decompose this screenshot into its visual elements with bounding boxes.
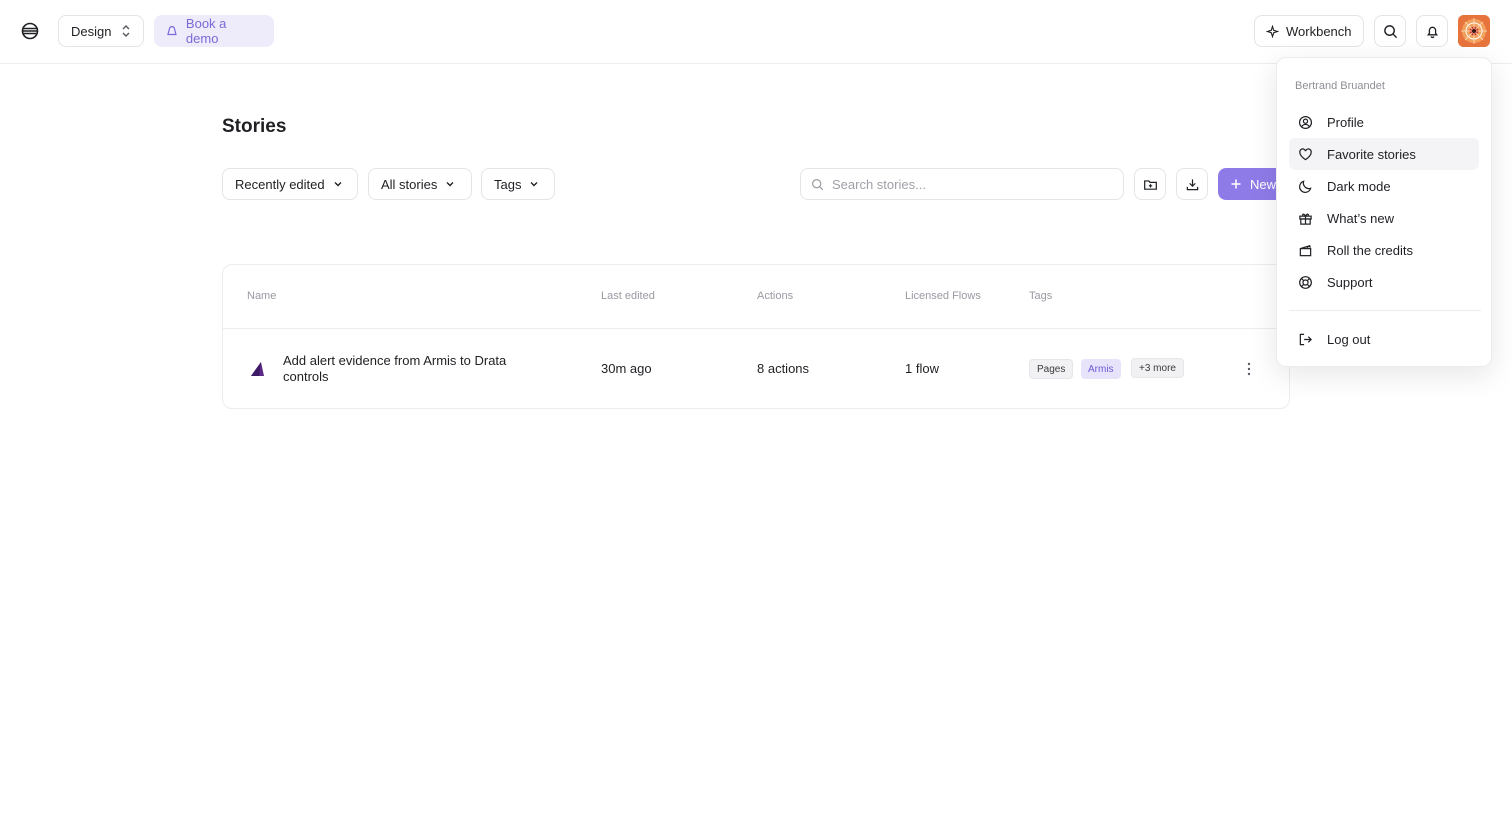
chevron-down-icon: [530, 182, 538, 187]
scope-filter-label: All stories: [381, 176, 438, 192]
import-button[interactable]: [1176, 168, 1208, 200]
user-menu: Bertrand Bruandet Profile Favorite stori…: [1276, 57, 1492, 367]
chevron-up-down-icon: [122, 25, 130, 37]
page-title: Stories: [222, 116, 287, 137]
menu-item-label: Support: [1327, 274, 1373, 290]
more-vertical-icon: [1247, 362, 1251, 376]
column-header-actions: Actions: [757, 290, 794, 302]
licensed-flows: 1 flow: [905, 361, 939, 376]
workbench-label: Workbench: [1286, 23, 1352, 39]
column-header-licensed-flows: Licensed Flows: [905, 290, 981, 302]
new-story-label: New: [1250, 176, 1277, 192]
bell-icon: [1426, 26, 1438, 38]
workbench-button[interactable]: Workbench: [1254, 15, 1364, 47]
menu-item-log-out[interactable]: Log out: [1289, 323, 1479, 355]
bell-outline-icon: [167, 26, 177, 36]
table-header: Name Last edited Actions Licensed Flows …: [223, 265, 1289, 329]
menu-item-label: Log out: [1327, 331, 1371, 347]
heart-icon: [1299, 147, 1312, 160]
lifebuoy-icon: [1299, 275, 1312, 289]
tags-filter[interactable]: Tags: [481, 168, 555, 200]
column-header-tags: Tags: [1029, 290, 1053, 302]
chevron-down-icon: [446, 182, 454, 187]
user-avatar[interactable]: [1458, 15, 1490, 47]
menu-divider: [1289, 310, 1481, 311]
column-header-last-edited: Last edited: [601, 290, 655, 302]
menu-item-dark-mode[interactable]: Dark mode: [1289, 170, 1479, 202]
row-menu-button[interactable]: [1239, 359, 1259, 379]
table-row[interactable]: Add alert evidence from Armis to Drata c…: [223, 329, 1289, 408]
top-bar: Design Book a demo Workbench: [0, 0, 1512, 64]
scope-filter[interactable]: All stories: [368, 168, 472, 200]
menu-item-roll-the-credits[interactable]: Roll the credits: [1289, 234, 1479, 266]
chevron-down-icon: [334, 182, 342, 187]
menu-item-label: Roll the credits: [1327, 242, 1413, 258]
sort-filter[interactable]: Recently edited: [222, 168, 358, 200]
menu-item-profile[interactable]: Profile: [1289, 106, 1479, 138]
menu-item-label: Dark mode: [1327, 178, 1391, 194]
tag-pages: Pages: [1029, 359, 1074, 379]
search-icon: [1383, 24, 1397, 38]
menu-item-whats-new[interactable]: What’s new: [1289, 202, 1479, 234]
story-name[interactable]: Add alert evidence from Armis to Drata c…: [283, 353, 513, 385]
tags-filter-label: Tags: [494, 176, 522, 192]
search-button[interactable]: [1374, 15, 1406, 47]
clapperboard-icon: [1299, 244, 1312, 256]
drata-logo-icon: [251, 362, 264, 376]
menu-item-label: What’s new: [1327, 210, 1394, 226]
plus-icon: [1231, 179, 1241, 189]
moon-icon: [1299, 179, 1312, 193]
search-stories: [800, 168, 1124, 200]
last-edited: 30m ago: [601, 361, 652, 376]
menu-user-name: Bertrand Bruandet: [1295, 80, 1385, 92]
notifications-button[interactable]: [1416, 15, 1448, 47]
book-demo-button[interactable]: Book a demo: [154, 15, 274, 47]
sparkle-icon: [1266, 24, 1279, 38]
gift-icon: [1299, 213, 1312, 225]
menu-item-favorite-stories[interactable]: Favorite stories: [1289, 138, 1479, 170]
tag-armis: Armis: [1081, 359, 1121, 379]
folder-plus-icon: [1143, 179, 1157, 190]
log-out-icon: [1299, 333, 1312, 345]
menu-item-label: Favorite stories: [1327, 146, 1416, 162]
user-circle-icon: [1298, 115, 1313, 129]
search-input[interactable]: [832, 176, 1112, 192]
menu-item-support[interactable]: Support: [1289, 266, 1479, 298]
new-folder-button[interactable]: [1134, 168, 1166, 200]
more-tags-badge[interactable]: +3 more: [1131, 358, 1184, 378]
book-demo-label: Book a demo: [185, 16, 227, 46]
download-icon: [1186, 178, 1198, 190]
column-header-name: Name: [247, 290, 277, 302]
workspace-select[interactable]: Design: [58, 15, 144, 47]
app-logo-icon[interactable]: [18, 19, 42, 43]
stories-table: Name Last edited Actions Licensed Flows …: [222, 264, 1290, 409]
workspace-label: Design: [71, 23, 112, 39]
menu-item-label: Profile: [1327, 114, 1364, 130]
actions-count: 8 actions: [757, 361, 810, 376]
sort-filter-label: Recently edited: [235, 176, 325, 192]
search-icon: [812, 178, 824, 190]
